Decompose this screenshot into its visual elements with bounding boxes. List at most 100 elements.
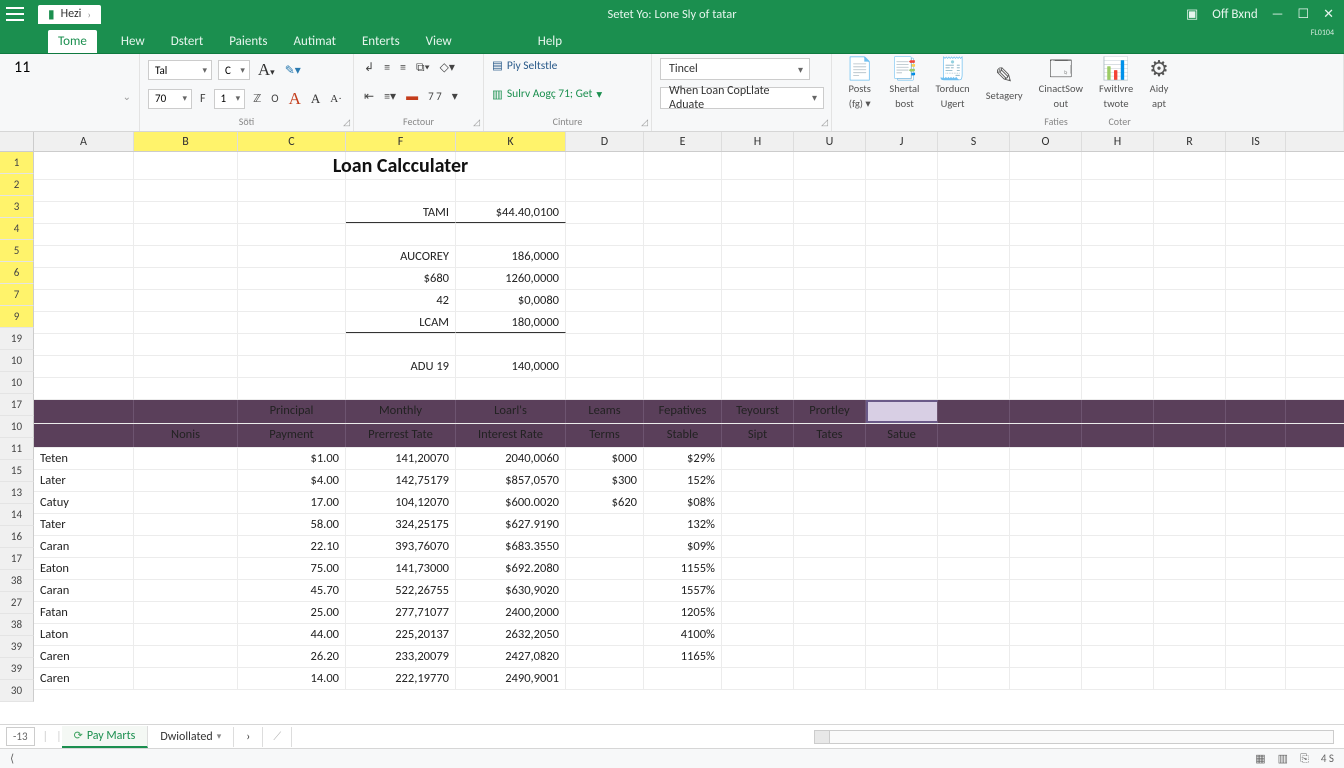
cell[interactable] (1082, 268, 1154, 289)
cell-area[interactable]: Loan CalcculaterTAMI$44.40,0100AUCOREY18… (34, 152, 1344, 690)
cell[interactable] (794, 492, 866, 513)
cell[interactable] (794, 448, 866, 469)
cell[interactable] (456, 180, 566, 201)
wrap-icon[interactable]: ↲ (362, 58, 376, 77)
cell[interactable] (1010, 668, 1082, 689)
row-header[interactable]: 5 (0, 240, 34, 262)
cell[interactable] (794, 290, 866, 311)
row-header[interactable]: 39 (0, 636, 34, 658)
cell[interactable] (938, 290, 1010, 311)
cell[interactable] (1226, 624, 1286, 645)
cell[interactable]: Later (34, 470, 134, 491)
col-header-U[interactable]: U (794, 132, 866, 151)
cell[interactable] (938, 356, 1010, 377)
cell[interactable] (938, 202, 1010, 223)
cell[interactable] (1082, 602, 1154, 623)
cell[interactable] (1082, 448, 1154, 469)
cell[interactable] (566, 202, 644, 223)
cell[interactable]: 2427,0820 (456, 646, 566, 667)
cell[interactable] (1082, 152, 1154, 179)
cell[interactable]: $4.00 (238, 470, 346, 491)
cell[interactable] (938, 470, 1010, 491)
cell[interactable] (722, 492, 794, 513)
cell[interactable] (794, 646, 866, 667)
cell[interactable] (866, 668, 938, 689)
close-icon[interactable]: ✕ (1323, 7, 1334, 22)
cell[interactable]: 42 (346, 290, 456, 311)
cell[interactable] (794, 152, 866, 179)
cell[interactable] (794, 536, 866, 557)
cell[interactable] (1082, 180, 1154, 201)
one-combo[interactable]: 1 (214, 89, 246, 109)
cell[interactable]: 277,71077 (346, 602, 456, 623)
row-header[interactable]: 2 (0, 174, 34, 196)
cell[interactable]: TAMI (346, 202, 456, 223)
row-header[interactable]: 15 (0, 460, 34, 482)
cell[interactable]: 324,25175 (346, 514, 456, 535)
cell[interactable] (134, 290, 238, 311)
row-header[interactable]: 1 (0, 152, 34, 174)
row-header[interactable]: 13 (0, 482, 34, 504)
cell[interactable] (1226, 602, 1286, 623)
cell[interactable] (1010, 492, 1082, 513)
ribbon-btn-aidy[interactable]: ⚙Aidyapt (1143, 58, 1175, 110)
cell[interactable] (722, 202, 794, 223)
cell[interactable] (1154, 152, 1226, 179)
cell[interactable] (1226, 224, 1286, 245)
cell[interactable] (1226, 334, 1286, 355)
cell[interactable] (722, 356, 794, 377)
cell[interactable] (134, 624, 238, 645)
cell[interactable] (34, 268, 134, 289)
cell[interactable]: Caren (34, 668, 134, 689)
cell[interactable]: AUCOREY (346, 246, 456, 267)
cell[interactable] (1154, 492, 1226, 513)
ribbon-btn-torducn[interactable]: 🧾TorducnUgert (929, 58, 975, 110)
cell[interactable] (866, 312, 938, 333)
row-header[interactable]: 14 (0, 504, 34, 526)
cell[interactable] (1226, 202, 1286, 223)
cell[interactable] (238, 290, 346, 311)
cell[interactable] (644, 224, 722, 245)
sheet-add[interactable]: ⁄ (263, 727, 292, 747)
cell[interactable] (238, 180, 346, 201)
table-header[interactable] (1154, 400, 1226, 423)
row-header[interactable]: 38 (0, 570, 34, 592)
cell[interactable] (1010, 580, 1082, 601)
cell[interactable] (238, 312, 346, 333)
cell[interactable] (1082, 536, 1154, 557)
cell[interactable] (1082, 514, 1154, 535)
cell[interactable] (1154, 514, 1226, 535)
cell[interactable] (134, 448, 238, 469)
nb-right[interactable]: 70 (148, 89, 192, 109)
cell[interactable] (566, 646, 644, 667)
table-header[interactable]: Stable (644, 424, 722, 447)
when-combo[interactable]: When Loan CopLlate Aduate (660, 87, 824, 109)
cell[interactable] (1082, 334, 1154, 355)
cell[interactable]: 14.00 (238, 668, 346, 689)
cell[interactable] (866, 624, 938, 645)
cell[interactable]: $08% (644, 492, 722, 513)
dialog-launcher-icon[interactable]: ◿ (821, 117, 828, 128)
dialog-launcher-icon[interactable]: ◿ (473, 117, 480, 128)
cell[interactable] (866, 152, 938, 179)
offbrand-label[interactable]: Off Bxnd (1212, 7, 1257, 22)
cell[interactable] (1154, 668, 1226, 689)
cell[interactable]: 132% (644, 514, 722, 535)
row-header[interactable]: 17 (0, 548, 34, 570)
dialog-launcher-icon[interactable]: ◿ (641, 117, 648, 128)
cell[interactable]: 2040,0060 (456, 448, 566, 469)
cell[interactable] (1154, 290, 1226, 311)
cell[interactable] (566, 268, 644, 289)
tab-help[interactable]: Help (536, 30, 564, 53)
a-sm-icon[interactable]: A· (328, 91, 344, 107)
cell[interactable] (566, 180, 644, 201)
table-header[interactable]: Prortley (794, 400, 866, 423)
cell[interactable] (722, 378, 794, 399)
cell[interactable] (1226, 246, 1286, 267)
table-header[interactable]: Tates (794, 424, 866, 447)
table-header[interactable] (866, 400, 938, 423)
table-header[interactable] (1154, 424, 1226, 447)
sheet-tab-second[interactable]: Dwiollated▾ (148, 727, 234, 747)
cell[interactable] (1082, 202, 1154, 223)
cell[interactable] (1154, 180, 1226, 201)
